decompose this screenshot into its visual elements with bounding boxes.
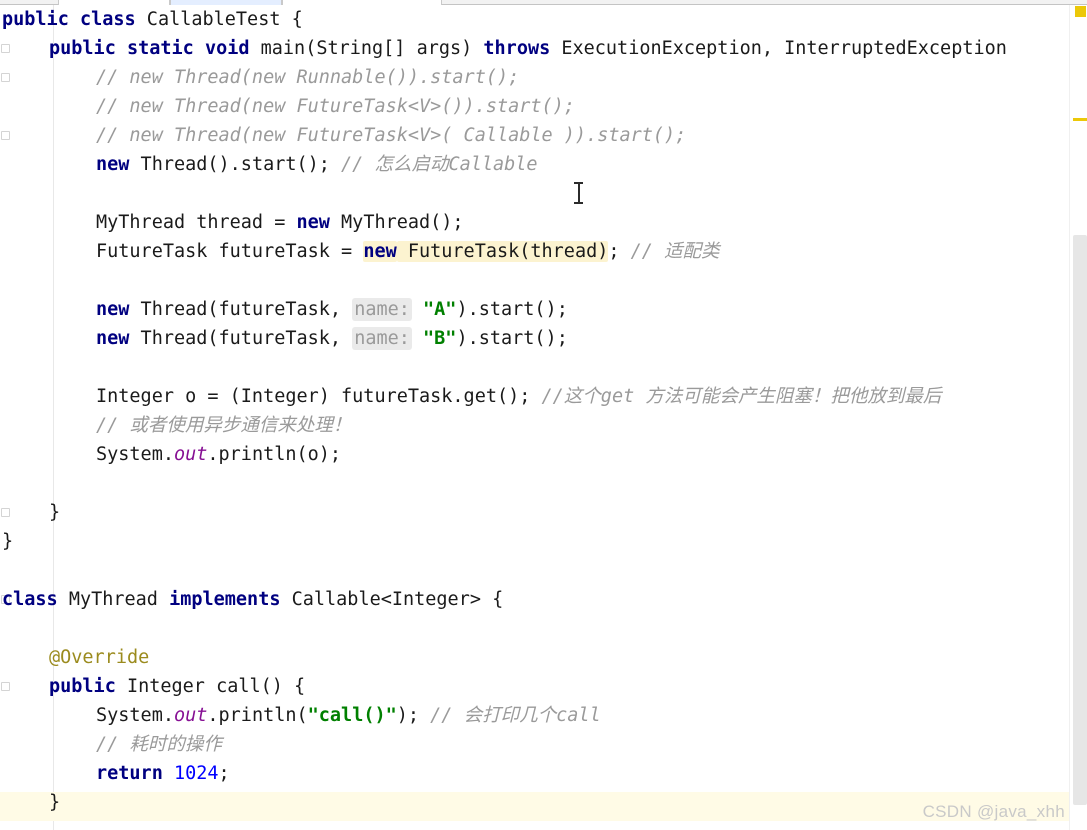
code-token: 1024 [173,763,219,784]
code-token: Callable<Integer> { [280,589,504,610]
code-token: public [49,38,116,59]
code-token: FutureTask(thread) [396,241,609,262]
code-token: // new Thread(new Runnable()).start(); [96,67,520,88]
code-token: // 怎么启动Callable [341,154,538,175]
code-line[interactable]: System.out.println("call()"); // 会打印几个ca… [96,701,601,730]
code-line[interactable]: } [2,527,13,556]
code-token: Thread().start(); [129,154,342,175]
code-token: "B" [423,328,457,349]
code-token: implements [169,589,281,610]
code-token: public [2,9,69,30]
text-cursor-icon [574,182,583,204]
code-token: @Override [49,647,150,668]
code-token: ).start(); [456,299,568,320]
code-token: out [173,705,208,726]
code-token: MyThread [57,589,170,610]
code-text-area[interactable]: public class CallableTest {public static… [0,5,1069,830]
code-token: throws [483,38,551,59]
code-token: new [96,299,130,320]
code-line[interactable]: MyThread thread = new MyThread(); [96,208,464,237]
code-line[interactable]: FutureTask futureTask = new FutureTask(t… [96,237,720,266]
csdn-watermark: CSDN @java_xhh [922,802,1065,821]
code-token: ); [396,705,431,726]
code-line[interactable]: new Thread(futureTask, name: "B").start(… [96,324,568,353]
code-token: } [49,792,61,813]
code-token: void [204,38,250,59]
code-token: // 适配类 [619,241,720,262]
code-token: // new Thread(new FutureTask<V>( Callabl… [96,125,687,146]
code-line[interactable]: // new Thread(new FutureTask<V>()).start… [96,92,575,121]
code-token: Integer o = (Integer) futureTask.get(); [96,386,542,407]
code-token: } [49,502,61,523]
warning-stripe-marker-icon[interactable] [1075,6,1086,17]
code-token: // 会打印几个call [430,705,601,726]
code-token: FutureTask futureTask = [96,241,364,262]
code-token: Thread(futureTask, [129,299,353,320]
code-token: return [96,763,163,784]
code-token: .println(o); [207,444,342,465]
code-token: CallableTest { [135,9,303,30]
code-token: new [96,154,130,175]
code-token: } [2,531,14,552]
code-token: System. [96,444,174,465]
code-line[interactable]: // 或者使用异步通信来处理！ [96,411,351,440]
code-token: .println( [207,705,308,726]
code-token: // new Thread(new FutureTask<V>()).start… [96,96,575,117]
code-token: ; [218,763,230,784]
code-line[interactable]: // 耗时的操作 [96,730,222,759]
code-token: //这个get 方法可能会产生阻塞！把他放到最后 [541,386,942,407]
code-line[interactable]: new Thread(futureTask, name: "A").start(… [96,295,568,324]
code-token: class [79,9,136,30]
code-line[interactable]: return 1024; [96,759,230,788]
scrollbar-thumb[interactable] [1073,235,1087,805]
code-token: "call()" [307,705,397,726]
code-line[interactable]: // new Thread(new Runnable()).start(); [96,63,519,92]
code-line[interactable]: public static void main(String[] args) t… [49,34,1007,63]
code-line[interactable]: class MyThread implements Callable<Integ… [2,585,503,614]
code-line[interactable]: @Override [49,643,149,672]
code-token: class [2,589,58,610]
code-line[interactable]: } [49,788,60,817]
code-token: new [296,212,330,233]
code-token: "A" [423,299,457,320]
code-token: MyThread thread = [96,212,297,233]
code-editor-window: public class CallableTest {public static… [0,0,1087,830]
code-token: main(String[] args) [249,38,484,59]
code-token: ).start(); [456,328,568,349]
code-line[interactable]: public Integer call() { [49,672,305,701]
code-token: public [49,676,116,697]
code-token: ExecutionException, InterruptedException [550,38,1007,59]
code-line[interactable]: public class CallableTest { [2,5,303,34]
text-cursor-stem [578,183,580,203]
code-token: MyThread(); [329,212,464,233]
stripe-marker-dash-1-icon[interactable] [1073,118,1087,121]
code-line[interactable]: new Thread().start(); // 怎么启动Callable [96,150,538,179]
code-line[interactable]: // new Thread(new FutureTask<V>( Callabl… [96,121,686,150]
code-token: System. [96,705,174,726]
editor-scrollbar[interactable] [1069,5,1087,830]
code-token: ; [608,241,620,262]
code-token: new [363,241,397,262]
code-token: // 耗时的操作 [96,734,222,755]
code-line[interactable]: } [49,498,60,527]
code-token: out [173,444,208,465]
code-token: // 或者使用异步通信来处理！ [96,415,352,436]
code-token: name: [352,327,412,350]
code-token: Thread(futureTask, [129,328,353,349]
code-token: Integer call() { [115,676,306,697]
code-token: new [96,328,130,349]
code-line[interactable]: Integer o = (Integer) futureTask.get(); … [96,382,941,411]
code-token: name: [352,298,412,321]
code-token: static [126,38,194,59]
code-line[interactable]: System.out.println(o); [96,440,341,469]
